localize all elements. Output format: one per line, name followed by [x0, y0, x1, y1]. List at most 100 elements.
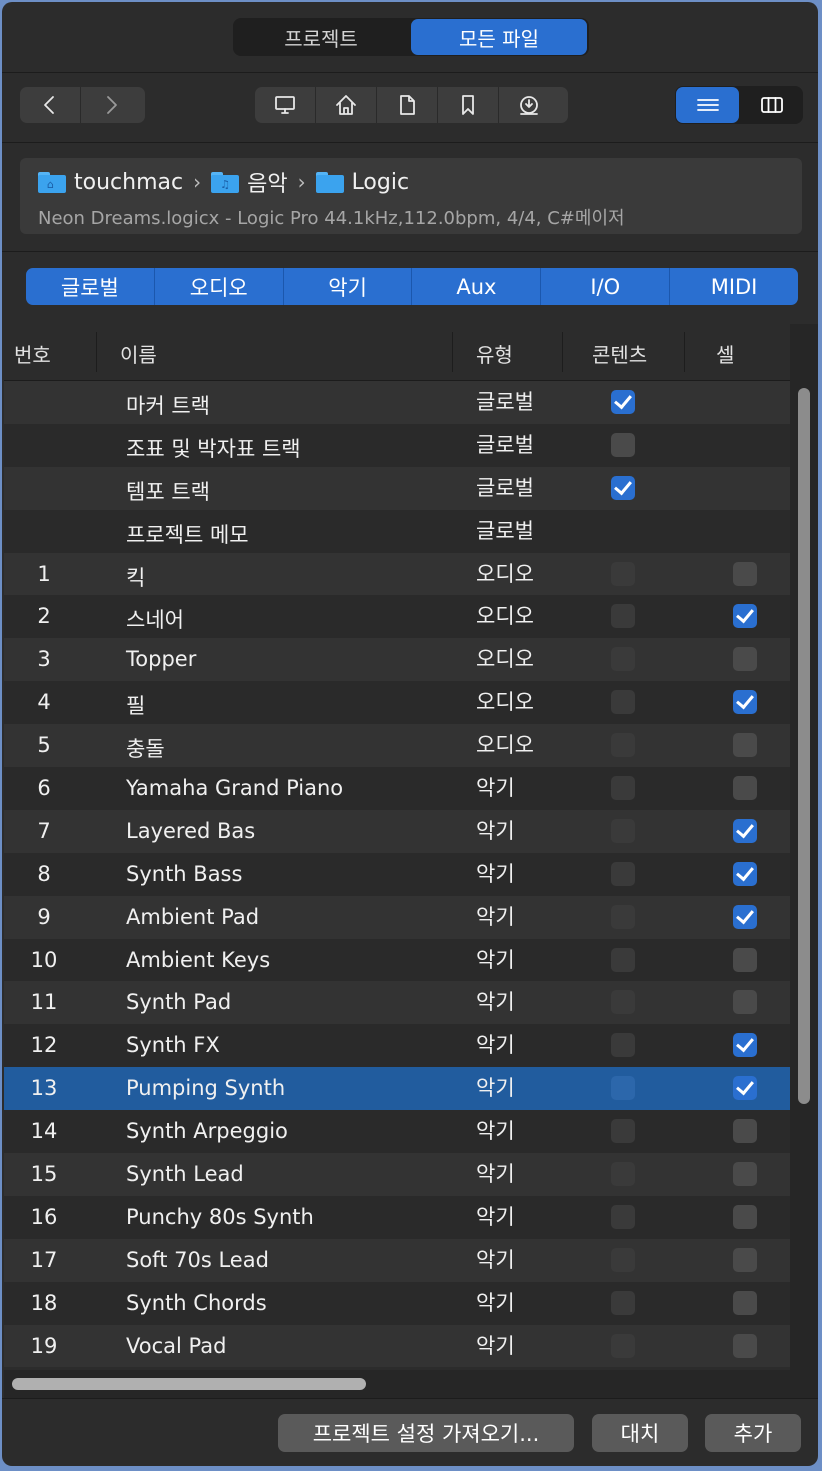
- table-row[interactable]: 9 Ambient Pad 악기: [4, 895, 790, 939]
- cell-checkbox[interactable]: [733, 1033, 757, 1058]
- cell-checkbox[interactable]: [733, 776, 757, 801]
- replace-button[interactable]: 대치: [592, 1414, 688, 1452]
- vertical-scrollbar[interactable]: [790, 324, 818, 1398]
- cell-checkbox[interactable]: [733, 1333, 757, 1358]
- table-row[interactable]: 프로젝트 메모 글로벌: [4, 509, 790, 553]
- track-number: 4: [37, 690, 51, 715]
- scrollbar-thumb[interactable]: [798, 388, 810, 1104]
- track-type: 오디오: [476, 604, 534, 629]
- cell-checkbox[interactable]: [733, 818, 757, 843]
- import-settings-button[interactable]: 프로젝트 설정 가져오기...: [278, 1414, 574, 1452]
- content-checkbox[interactable]: [611, 475, 635, 500]
- table-row[interactable]: 19 Vocal Pad 악기: [4, 1324, 790, 1368]
- music-folder-icon: ♫: [211, 171, 240, 193]
- table-row[interactable]: 마커 트랙 글로벌: [4, 381, 790, 424]
- content-checkbox[interactable]: [611, 432, 635, 457]
- cell-checkbox[interactable]: [733, 1076, 757, 1101]
- track-name: Soft 70s Lead: [126, 1247, 269, 1272]
- tab-global[interactable]: 글로벌: [26, 268, 155, 305]
- track-type: 오디오: [476, 561, 534, 586]
- content-checkbox: [611, 690, 635, 715]
- content-checkbox[interactable]: [611, 390, 635, 414]
- column-header-type[interactable]: 유형: [476, 339, 513, 368]
- tab-project[interactable]: 프로젝트: [233, 18, 409, 56]
- back-button[interactable]: [20, 87, 81, 123]
- table-row[interactable]: 1 킥 오디오: [4, 552, 790, 596]
- track-type: 글로벌: [476, 432, 534, 457]
- table-row[interactable]: 15 Synth Lead 악기: [4, 1153, 790, 1196]
- track-table: 번호 이름 유형 콘텐츠 셀 마커 트랙 글로벌 조표 및 박자표 트랙 글로벌 템포 …: [4, 324, 790, 1370]
- table-row[interactable]: 2 스네어 오디오: [4, 595, 790, 639]
- tab-all-files[interactable]: 모든 파일: [411, 19, 587, 55]
- track-type: 악기: [476, 1290, 515, 1315]
- cell-checkbox[interactable]: [733, 904, 757, 929]
- cell-checkbox[interactable]: [733, 1247, 757, 1272]
- table-row[interactable]: 17 Soft 70s Lead 악기: [4, 1238, 790, 1282]
- table-row[interactable]: 12 Synth FX 악기: [4, 1024, 790, 1068]
- cell-checkbox[interactable]: [733, 947, 757, 972]
- table-row[interactable]: 조표 및 박자표 트랙 글로벌: [4, 423, 790, 467]
- cell-checkbox[interactable]: [733, 561, 757, 586]
- table-body: 마커 트랙 글로벌 조표 및 박자표 트랙 글로벌 템포 트랙 글로벌 프로젝트 메모 글로벌…: [4, 381, 790, 1368]
- cell-checkbox[interactable]: [733, 1162, 757, 1187]
- table-row[interactable]: 11 Synth Pad 악기: [4, 981, 790, 1025]
- bookmarks-button[interactable]: [438, 87, 499, 123]
- table-row[interactable]: 6 Yamaha Grand Piano 악기: [4, 767, 790, 810]
- column-view-button[interactable]: [740, 86, 803, 124]
- computer-button[interactable]: [255, 87, 316, 123]
- content-checkbox: [611, 561, 635, 586]
- track-name: Synth Lead: [126, 1162, 244, 1187]
- track-type: 악기: [476, 1247, 515, 1272]
- track-name: Vocal Pad: [126, 1333, 227, 1358]
- table-row[interactable]: 5 충돌 오디오: [4, 724, 790, 768]
- table-row[interactable]: 13 Pumping Synth 악기: [4, 1067, 790, 1111]
- column-header-cell[interactable]: 셀: [716, 339, 734, 368]
- content-checkbox: [611, 990, 635, 1015]
- list-view-button[interactable]: [676, 87, 739, 123]
- breadcrumb-item-home[interactable]: ⌂ touchmac: [38, 170, 183, 195]
- home-folder-icon: ⌂: [38, 171, 66, 193]
- horizontal-scrollbar[interactable]: [4, 1370, 790, 1398]
- cell-checkbox[interactable]: [733, 647, 757, 672]
- column-header-content[interactable]: 콘텐츠: [592, 339, 647, 368]
- cell-checkbox[interactable]: [733, 1119, 757, 1144]
- track-name: 킥: [126, 565, 146, 590]
- cell-checkbox[interactable]: [733, 733, 757, 758]
- cell-checkbox[interactable]: [733, 990, 757, 1015]
- column-header-name[interactable]: 이름: [120, 339, 157, 368]
- cell-checkbox[interactable]: [733, 604, 757, 629]
- table-row[interactable]: 16 Punchy 80s Synth 악기: [4, 1195, 790, 1239]
- table-row[interactable]: 4 필 오디오: [4, 681, 790, 725]
- cell-checkbox[interactable]: [733, 690, 757, 715]
- table-row[interactable]: 8 Synth Bass 악기: [4, 852, 790, 896]
- track-name: 마커 트랙: [126, 394, 210, 418]
- tab-aux[interactable]: Aux: [412, 268, 542, 305]
- scrollbar-thumb[interactable]: [12, 1378, 366, 1390]
- table-row[interactable]: 3 Topper 오디오: [4, 638, 790, 682]
- breadcrumb-item-logic[interactable]: Logic: [315, 170, 409, 195]
- add-button[interactable]: 추가: [705, 1414, 801, 1452]
- tab-audio[interactable]: 오디오: [155, 268, 284, 305]
- cell-checkbox[interactable]: [733, 1204, 757, 1229]
- breadcrumb-item-music[interactable]: ♫ 음악: [211, 166, 288, 198]
- cell-checkbox[interactable]: [733, 861, 757, 886]
- tab-midi[interactable]: MIDI: [670, 268, 798, 305]
- table-row[interactable]: 템포 트랙 글로벌: [4, 466, 790, 510]
- tab-io[interactable]: I/O: [541, 268, 671, 305]
- track-number: 15: [30, 1162, 58, 1187]
- column-header-number[interactable]: 번호: [14, 339, 51, 368]
- table-row[interactable]: 14 Synth Arpeggio 악기: [4, 1110, 790, 1154]
- home-button[interactable]: [316, 87, 377, 123]
- track-name: Ambient Keys: [126, 947, 271, 972]
- track-type: 악기: [476, 818, 515, 843]
- table-row[interactable]: 10 Ambient Keys 악기: [4, 938, 790, 982]
- downloads-button[interactable]: [499, 87, 559, 123]
- table-row[interactable]: 7 Layered Bas 악기: [4, 809, 790, 853]
- documents-button[interactable]: [377, 87, 438, 123]
- track-name: Layered Bas: [126, 818, 256, 843]
- table-row[interactable]: 18 Synth Chords 악기: [4, 1281, 790, 1325]
- tab-instrument[interactable]: 악기: [284, 268, 413, 305]
- cell-checkbox[interactable]: [733, 1290, 757, 1315]
- track-name: 스네어: [126, 608, 184, 633]
- forward-button[interactable]: [81, 87, 141, 123]
